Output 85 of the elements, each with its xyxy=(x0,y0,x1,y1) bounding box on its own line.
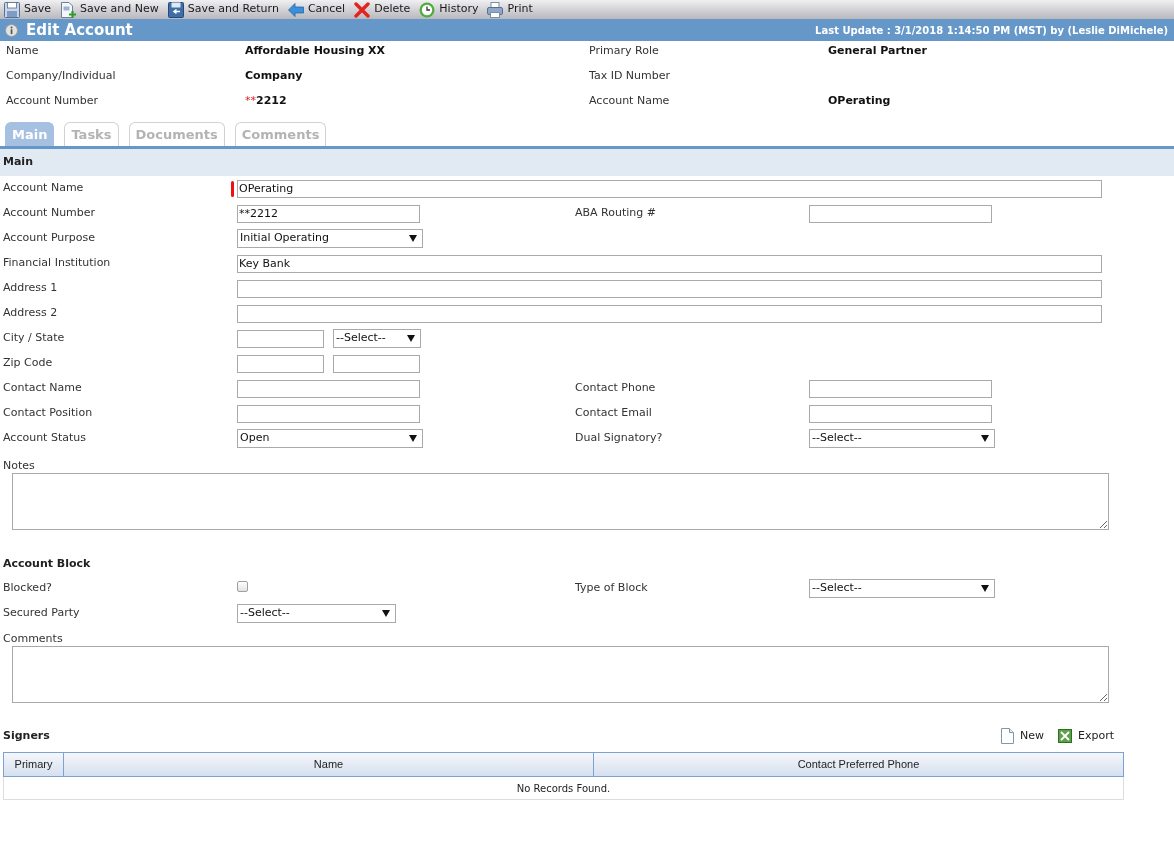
clock-icon xyxy=(419,1,436,18)
select-field[interactable]: Initial Operating xyxy=(237,229,423,248)
document-plus-icon xyxy=(60,1,76,18)
text-field[interactable] xyxy=(809,204,992,223)
select-field[interactable]: --Select-- xyxy=(333,329,421,348)
field-label: Account Purpose xyxy=(3,230,97,247)
field-value: Company xyxy=(245,67,304,84)
field-label: Contact Name xyxy=(3,380,83,397)
info-icon xyxy=(5,23,18,37)
cancel-button[interactable]: Cancel xyxy=(287,0,346,19)
text-field[interactable] xyxy=(237,304,1102,323)
save-and-new-button[interactable]: Save and New xyxy=(60,0,159,19)
document-icon xyxy=(1001,728,1014,744)
section-title: Main xyxy=(3,154,33,171)
caret-icon xyxy=(407,335,415,342)
select-field[interactable]: --Select-- xyxy=(237,604,396,623)
field-label: ABA Routing # xyxy=(575,205,657,222)
column-header[interactable]: Contact Preferred Phone xyxy=(594,753,1123,776)
field-value: OPerating xyxy=(828,92,892,109)
text-field[interactable] xyxy=(333,354,420,373)
save-button[interactable]: Save xyxy=(4,0,51,19)
field-label: Contact Phone xyxy=(575,380,657,397)
print-button[interactable]: Print xyxy=(487,0,533,19)
field-label: Secured Party xyxy=(3,605,81,622)
spreadsheet-icon xyxy=(1058,729,1072,743)
page-title: Edit Account xyxy=(26,19,133,41)
field-label: Account Name xyxy=(589,92,671,109)
section-title: Account Block xyxy=(3,555,91,572)
text-field[interactable] xyxy=(237,379,420,398)
field-label: Account Status xyxy=(3,430,87,447)
field-label: Notes xyxy=(3,457,35,474)
field-value: Affordable Housing XX xyxy=(245,42,387,59)
field-label: Type of Block xyxy=(575,580,649,597)
text-field[interactable] xyxy=(809,379,992,398)
field-label: Comments xyxy=(3,630,63,647)
caret-icon xyxy=(981,585,989,592)
text-field[interactable]: OPerating xyxy=(237,179,1102,198)
text-field[interactable] xyxy=(237,354,324,373)
text-field[interactable] xyxy=(809,404,992,423)
field-label: City / State xyxy=(3,330,66,347)
text-field[interactable] xyxy=(237,329,324,348)
new-button[interactable]: New xyxy=(1001,727,1044,745)
field-label: Address 2 xyxy=(3,305,59,322)
field-label: Primary Role xyxy=(589,42,660,59)
export-button[interactable]: Export xyxy=(1058,727,1114,745)
section-title: Signers xyxy=(3,727,50,744)
field-label: Blocked? xyxy=(3,580,53,597)
field-label: Account Number xyxy=(3,205,97,222)
field-label: Contact Email xyxy=(575,405,653,422)
checkbox[interactable] xyxy=(237,580,248,592)
field-label: Tax ID Number xyxy=(589,67,672,84)
column-header[interactable]: Primary xyxy=(4,753,64,776)
field-label: Account Number xyxy=(6,92,100,109)
column-header[interactable]: Name xyxy=(64,753,594,776)
text-field[interactable] xyxy=(237,404,420,423)
caret-icon xyxy=(409,235,417,242)
printer-icon xyxy=(487,1,504,18)
caret-icon xyxy=(382,610,390,617)
delete-button[interactable]: Delete xyxy=(354,0,411,19)
caret-icon xyxy=(409,435,417,442)
save-and-return-button[interactable]: Save and Return xyxy=(167,0,279,19)
field-value: **2212 xyxy=(245,92,288,109)
field-label: Dual Signatory? xyxy=(575,430,664,447)
select-field[interactable]: --Select-- xyxy=(809,579,995,598)
text-field[interactable]: **2212 xyxy=(237,204,420,223)
field-label: Financial Institution xyxy=(3,255,112,272)
last-update-text: Last Update : 3/1/2018 1:14:50 PM (MST) by (Leslie DiMichele) xyxy=(815,23,1168,38)
notes-text-area[interactable] xyxy=(12,473,1109,530)
field-label: Contact Position xyxy=(3,405,94,422)
history-button[interactable]: History xyxy=(419,0,479,19)
select-field[interactable]: --Select-- xyxy=(809,429,995,448)
caret-icon xyxy=(981,435,989,442)
x-mark-icon xyxy=(354,1,371,18)
field-label: Company/Individual xyxy=(6,67,117,84)
text-field[interactable] xyxy=(237,279,1102,298)
field-label: Account Name xyxy=(3,180,85,197)
select-field[interactable]: Open xyxy=(237,429,423,448)
left-arrow-icon xyxy=(287,1,304,18)
field-label: Address 1 xyxy=(3,280,59,297)
field-label: Name xyxy=(6,42,40,59)
field-label: Zip Code xyxy=(3,355,54,372)
empty-table-message: No Records Found. xyxy=(516,781,611,796)
text-field[interactable]: Key Bank xyxy=(237,254,1102,273)
comments-text-area[interactable] xyxy=(12,646,1109,703)
field-value: General Partner xyxy=(828,42,928,59)
